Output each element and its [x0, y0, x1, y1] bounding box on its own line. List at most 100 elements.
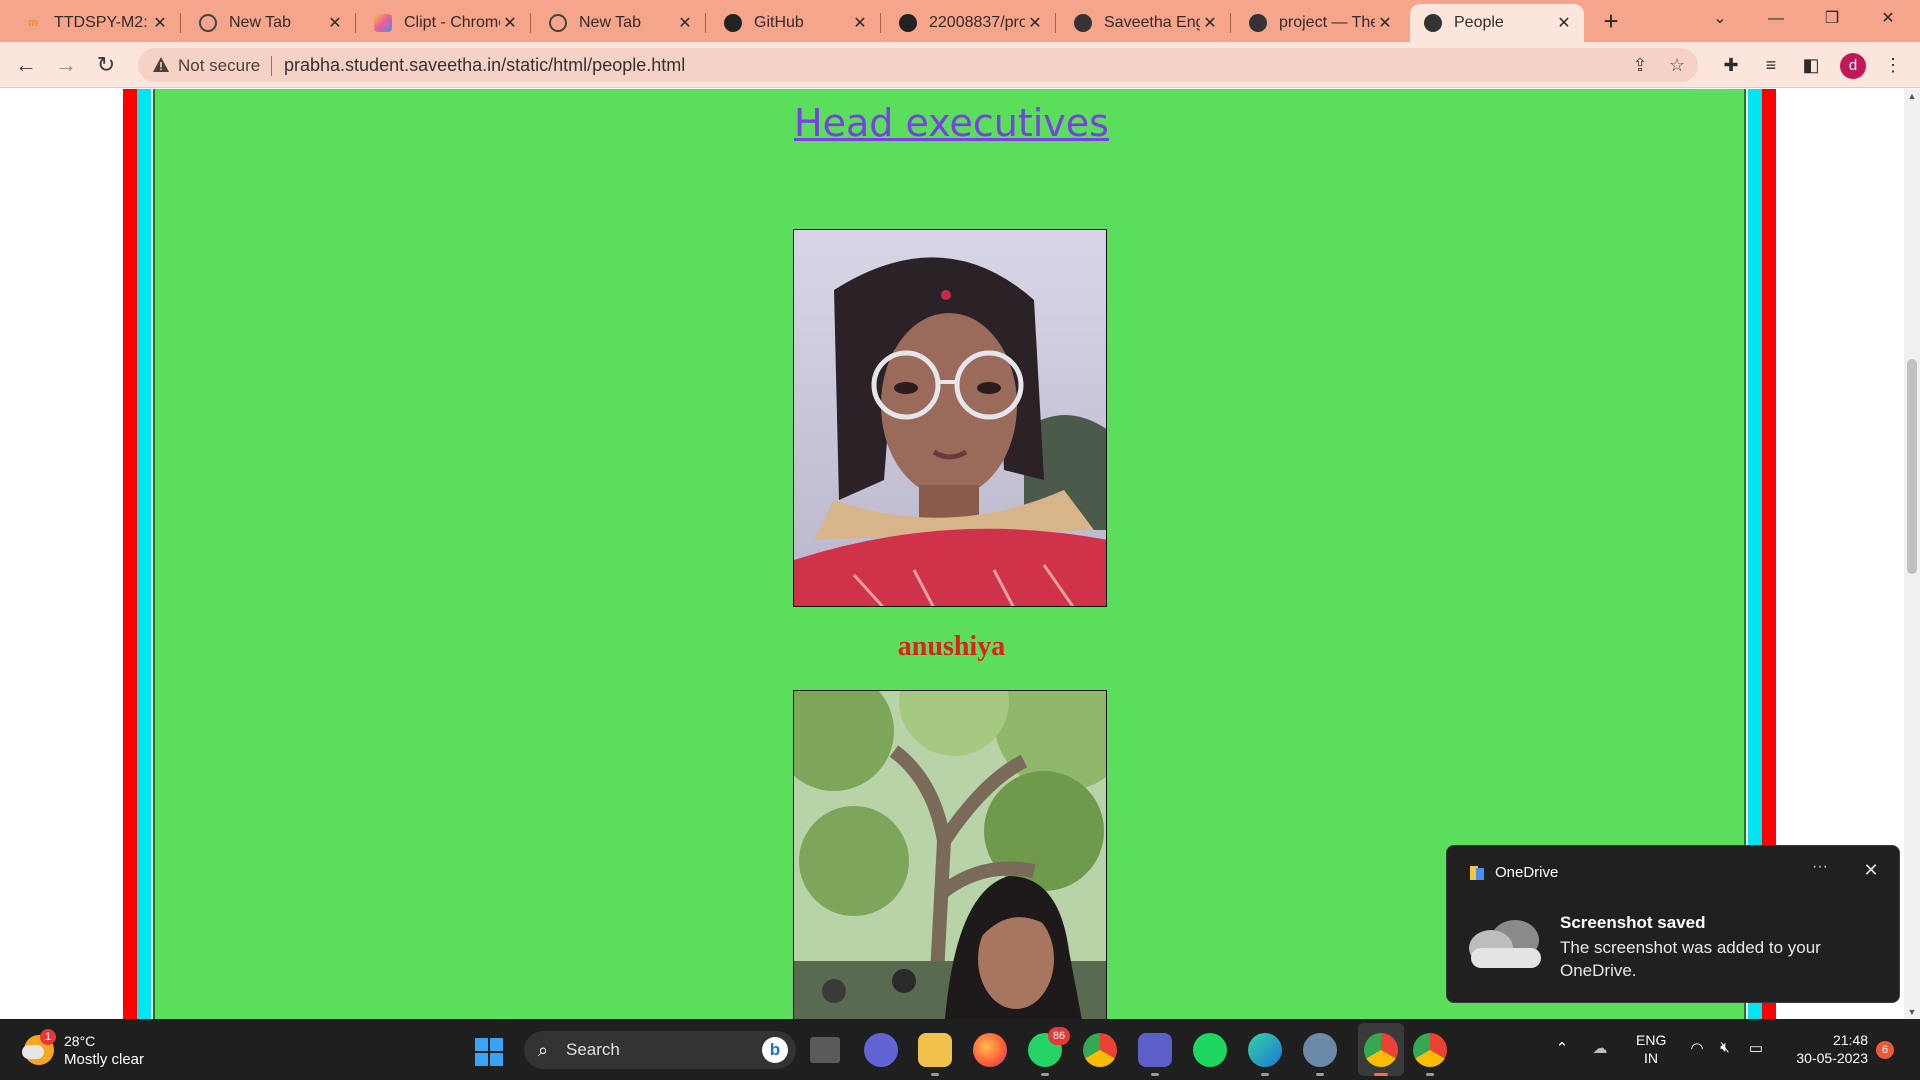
tab-title: People: [1454, 14, 1504, 31]
extensions-icon[interactable]: ✚: [1718, 52, 1744, 78]
bookmark-star-icon[interactable]: ☆: [1666, 54, 1688, 76]
show-hidden-icons-icon[interactable]: ⌃: [1552, 1039, 1572, 1057]
close-tab-icon[interactable]: ✕: [1025, 13, 1045, 33]
tab-title: 22008837/pro: [929, 14, 1025, 31]
tab-separator: [1230, 13, 1231, 33]
close-tab-icon[interactable]: ✕: [1375, 13, 1395, 33]
onedrive-app-icon: [1470, 866, 1484, 880]
file-explorer-icon[interactable]: [918, 1033, 952, 1076]
close-notification-icon[interactable]: ✕: [1859, 860, 1883, 881]
whatsapp-badge: 86: [1048, 1027, 1070, 1045]
weather-widget[interactable]: 1 28°C Mostly clear: [22, 1029, 182, 1071]
edge-icon[interactable]: [1248, 1033, 1282, 1076]
close-tab-icon[interactable]: ✕: [1554, 13, 1574, 33]
bing-icon[interactable]: b: [762, 1037, 788, 1063]
tab-clipt[interactable]: Clipt - Chrome ✕: [360, 4, 531, 42]
minimize-button[interactable]: —: [1748, 0, 1804, 38]
lang-top: ENG: [1636, 1032, 1667, 1048]
globe-icon: [1074, 14, 1092, 32]
notification-title: Screenshot saved: [1560, 913, 1706, 932]
address-bar[interactable]: Not secure prabha.student.saveetha.in/st…: [138, 48, 1698, 82]
close-tab-icon[interactable]: ✕: [150, 13, 170, 33]
media-controls-icon[interactable]: ≡: [1758, 52, 1784, 78]
tab-ttdspy[interactable]: m TTDSPY-M2: M ✕: [10, 4, 181, 42]
red-border-left: [123, 89, 137, 1019]
tab-search-icon[interactable]: ⌄: [1692, 0, 1748, 38]
tab-people[interactable]: People ✕: [1410, 4, 1584, 42]
warning-icon[interactable]: [152, 56, 170, 74]
task-view-icon[interactable]: [810, 1037, 840, 1063]
wifi-icon[interactable]: ◠: [1686, 1039, 1708, 1057]
chrome-profile-icon[interactable]: [1364, 1033, 1398, 1076]
person-name: anushiya: [897, 631, 1006, 662]
scroll-down-icon[interactable]: ▼: [1904, 1007, 1920, 1017]
url-text[interactable]: prabha.student.saveetha.in/static/html/p…: [284, 55, 685, 76]
volume-muted-icon[interactable]: 🔇︎: [1714, 1039, 1736, 1056]
battery-icon[interactable]: ▭: [1744, 1039, 1768, 1057]
chrome-icon[interactable]: [1083, 1033, 1117, 1067]
teams-icon[interactable]: [1138, 1033, 1172, 1076]
tab-github-repo[interactable]: 22008837/pro ✕: [885, 4, 1056, 42]
tab-title: GitHub: [754, 14, 804, 31]
tab-project[interactable]: project — The ✕: [1235, 4, 1405, 42]
omnibox-divider: [271, 56, 272, 76]
close-tab-icon[interactable]: ✕: [500, 13, 520, 33]
taskbar-search[interactable]: ⌕ Search b: [524, 1031, 796, 1069]
profile-avatar[interactable]: d: [1840, 53, 1866, 79]
back-button[interactable]: ←: [12, 51, 40, 79]
teams-chat-icon[interactable]: [864, 1033, 898, 1067]
system-clock[interactable]: 21:48 30-05-2023: [1778, 1031, 1868, 1067]
tab-title: Saveetha Engi: [1104, 14, 1200, 31]
onedrive-notification[interactable]: OneDrive ··· ✕ Screenshot saved The scre…: [1446, 845, 1900, 1003]
tab-github[interactable]: GitHub ✕: [710, 4, 881, 42]
tab-new-tab[interactable]: New Tab ✕: [185, 4, 356, 42]
firefox-icon[interactable]: [973, 1033, 1007, 1067]
clock-time: 21:48: [1832, 1032, 1868, 1048]
security-label[interactable]: Not secure: [178, 56, 260, 76]
close-tab-icon[interactable]: ✕: [1200, 13, 1220, 33]
chrome-profile-2-icon[interactable]: [1413, 1033, 1447, 1076]
chrome-icon: [549, 14, 567, 32]
weather-desc: Mostly clear: [64, 1051, 145, 1068]
weather-badge: 1: [40, 1029, 56, 1045]
close-tab-icon[interactable]: ✕: [325, 13, 345, 33]
running-indicator: [1426, 1073, 1434, 1076]
page-heading[interactable]: Head executives: [155, 101, 1748, 145]
scroll-up-icon[interactable]: ▲: [1904, 91, 1920, 101]
restore-button[interactable]: ❐: [1804, 0, 1860, 38]
page-scrollbar[interactable]: ▲ ▼: [1904, 89, 1920, 1019]
onedrive-tray-icon[interactable]: ☁: [1588, 1039, 1612, 1057]
tab-title: New Tab: [229, 14, 291, 31]
close-tab-icon[interactable]: ✕: [675, 13, 695, 33]
tab-separator: [180, 13, 181, 33]
notification-message: The screenshot was added to your OneDriv…: [1560, 938, 1821, 980]
github-icon: [724, 14, 742, 32]
tab-saveetha[interactable]: Saveetha Engi ✕: [1060, 4, 1231, 42]
scrollbar-thumb[interactable]: [1907, 359, 1917, 574]
tab-new-tab-2[interactable]: New Tab ✕: [535, 4, 706, 42]
notification-count-badge[interactable]: 6: [1876, 1041, 1894, 1059]
tab-separator: [1055, 13, 1056, 33]
close-tab-icon[interactable]: ✕: [850, 13, 870, 33]
language-indicator[interactable]: ENG IN: [1636, 1031, 1666, 1067]
reload-button[interactable]: ↻: [92, 51, 120, 79]
new-tab-button[interactable]: +: [1594, 7, 1628, 37]
more-options-icon[interactable]: ···: [1805, 858, 1835, 876]
tab-title: TTDSPY-M2: M: [54, 14, 150, 31]
window-close-button[interactable]: ✕: [1860, 0, 1916, 38]
side-panel-icon[interactable]: ◧: [1798, 52, 1824, 78]
share-icon[interactable]: ⇪: [1629, 54, 1651, 76]
globe-icon: [1424, 14, 1442, 32]
running-indicator: [1316, 1073, 1324, 1076]
weather-temp: 28°C: [64, 1033, 96, 1049]
cloud-icon: [1469, 920, 1541, 968]
forward-button[interactable]: →: [52, 51, 80, 79]
menu-icon[interactable]: ⋮: [1880, 52, 1906, 78]
search-icon: ⌕: [538, 1040, 549, 1060]
settings-gear-icon[interactable]: [1303, 1033, 1337, 1076]
spotify-icon[interactable]: [1193, 1033, 1227, 1067]
whatsapp-icon[interactable]: 86: [1028, 1027, 1070, 1076]
tab-title: project — The: [1279, 14, 1375, 31]
tab-title: Clipt - Chrome: [404, 14, 500, 31]
windows-start-icon[interactable]: [474, 1037, 504, 1067]
